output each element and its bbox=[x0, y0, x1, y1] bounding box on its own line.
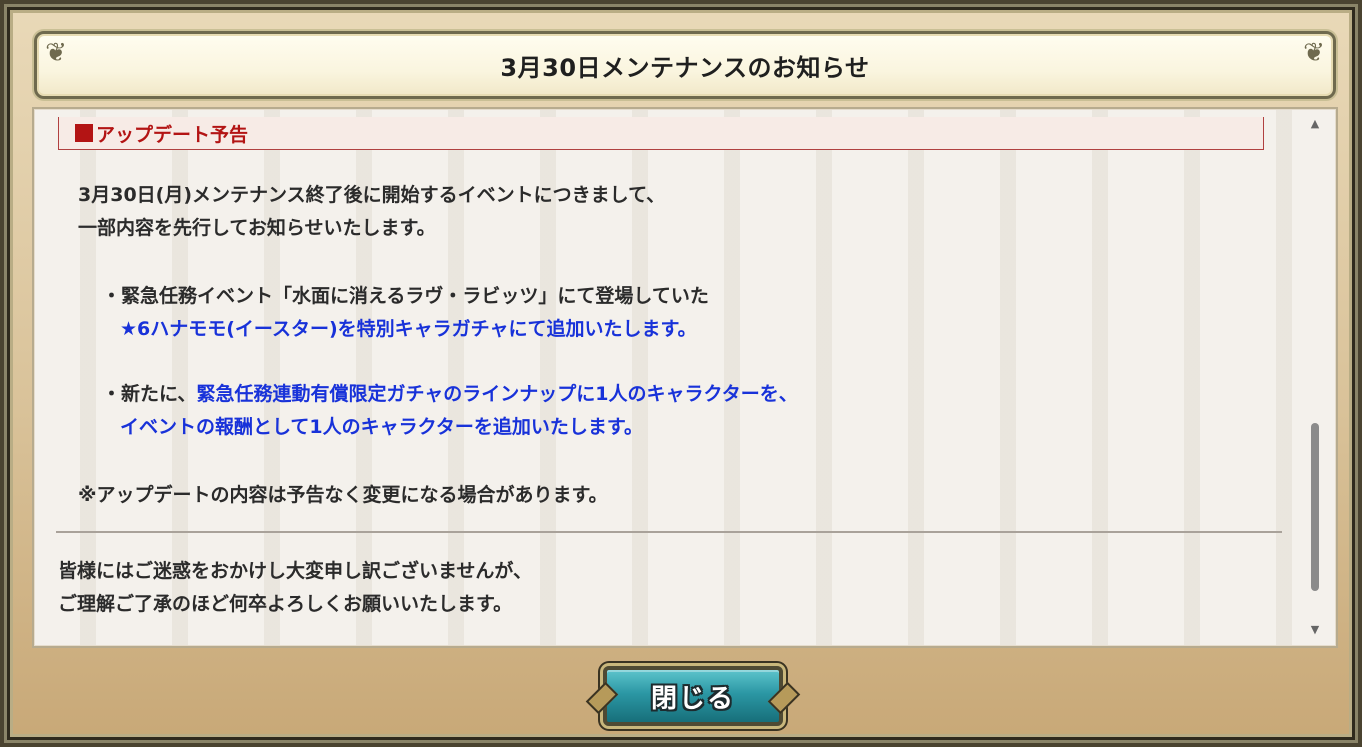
intro-line: 3月30日(月)メンテナンス終了後に開始するイベントにつきまして、 bbox=[78, 184, 666, 206]
bullet-highlight-text: 緊急任務連動有償限定ガチャのラインナップに1人のキャラクターを、 bbox=[196, 383, 798, 405]
triangle-down-icon[interactable]: ▼ bbox=[1308, 623, 1322, 637]
triangle-up-icon[interactable]: ▲ bbox=[1308, 117, 1322, 131]
divider bbox=[56, 531, 1282, 533]
scrollbar-thumb[interactable] bbox=[1311, 423, 1319, 591]
ornament-icon: ❦ bbox=[1303, 38, 1325, 68]
disclaimer-text: ※アップデートの内容は予告なく変更になる場合があります。 bbox=[78, 484, 608, 506]
button-ornament bbox=[585, 681, 619, 715]
close-button-label: 閉じる bbox=[650, 683, 735, 714]
bullet-item: ・新たに、緊急任務連動有償限定ガチャのラインナップに1人のキャラクターを、 イベ… bbox=[102, 378, 798, 444]
bullet-line: ・新たに、緊急任務連動有償限定ガチャのラインナップに1人のキャラクターを、 bbox=[102, 378, 798, 411]
ornament-icon: ❦ bbox=[45, 38, 67, 68]
close-button[interactable]: 閉じる bbox=[585, 666, 801, 726]
button-ornament bbox=[767, 681, 801, 715]
dialog-frame: ❦ ❦ 3月30日メンテナンスのお知らせ アップデート予告 3月30日(月)メン… bbox=[0, 0, 1362, 747]
bullet-prefix: ・新たに、 bbox=[102, 383, 197, 405]
scrollbar[interactable]: ▲ ▼ bbox=[1308, 117, 1322, 637]
dialog-title-bar: ❦ ❦ 3月30日メンテナンスのお知らせ bbox=[34, 31, 1336, 99]
intro-line: 一部内容を先行してお知らせいたします。 bbox=[78, 217, 436, 239]
section-header-label: アップデート予告 bbox=[96, 123, 249, 146]
notice-content: アップデート予告 3月30日(月)メンテナンス終了後に開始するイベントにつきまし… bbox=[56, 117, 1282, 642]
dialog-title: 3月30日メンテナンスのお知らせ bbox=[500, 53, 870, 82]
section-header: アップデート予告 bbox=[58, 117, 1264, 150]
intro-paragraph: 3月30日(月)メンテナンス終了後に開始するイベントにつきまして、 一部内容を先… bbox=[78, 179, 665, 245]
red-square-icon bbox=[75, 124, 93, 142]
closing-line: 皆様にはご迷惑をおかけし大変申し訳ございませんが、 bbox=[58, 560, 533, 582]
bullet-highlight-line: ★6ハナモモ(イースター)を特別キャラガチャにて追加いたします。 bbox=[120, 318, 697, 340]
bullet-item: ・緊急任務イベント「水面に消えるラヴ・ラビッツ」にて登場していた ★6ハナモモ(… bbox=[102, 280, 709, 346]
bullet-line: ・緊急任務イベント「水面に消えるラヴ・ラビッツ」にて登場していた bbox=[102, 285, 709, 307]
closing-line: ご理解ご了承のほど何卒よろしくお願いいたします。 bbox=[58, 593, 513, 615]
closing-paragraph: 皆様にはご迷惑をおかけし大変申し訳ございませんが、 ご理解ご了承のほど何卒よろし… bbox=[58, 555, 532, 621]
notice-panel[interactable]: アップデート予告 3月30日(月)メンテナンス終了後に開始するイベントにつきまし… bbox=[32, 107, 1338, 648]
bullet-highlight-line: イベントの報酬として1人のキャラクターを追加いたします。 bbox=[120, 416, 643, 438]
